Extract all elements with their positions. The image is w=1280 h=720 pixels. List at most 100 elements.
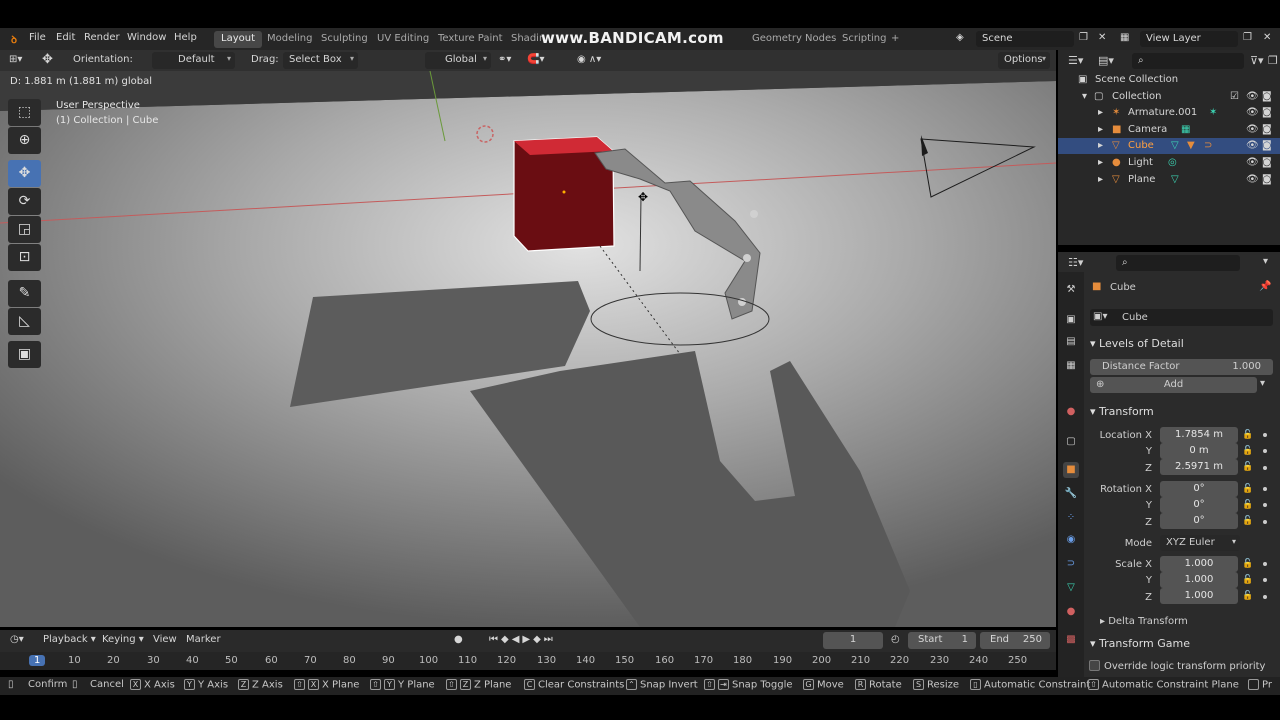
scene-field[interactable]: Scene (976, 31, 1074, 47)
proportional-edit-icon[interactable]: ◉ ∧▾ (577, 54, 601, 65)
new-collection-icon[interactable]: ❐ (1268, 54, 1278, 67)
playback-controls-icon[interactable]: ⏮◆◀▶◆⏭ (489, 634, 556, 645)
transform-tool-icon[interactable]: ⊡ (8, 244, 41, 271)
render-tab-icon[interactable]: ▣ (1063, 312, 1079, 328)
expand-arrow-icon[interactable]: ▸ (1098, 124, 1103, 135)
collapse-arrow-icon[interactable]: ▾ (1082, 91, 1087, 102)
keyframe-dot-icon[interactable] (1263, 562, 1267, 566)
tool-tab-icon[interactable]: ⚒ (1063, 282, 1079, 298)
outliner-item-camera[interactable]: ▸ ■ Camera ▦ 👁 ◙ (1058, 122, 1280, 138)
lock-icon[interactable]: 🔓 (1242, 446, 1253, 456)
properties-editor-icon[interactable]: ☷▾ (1068, 256, 1083, 269)
outliner-collection[interactable]: ▾ ▢ Collection ☑ 👁 ◙ (1058, 89, 1280, 105)
rotation-x-field[interactable]: 0° (1160, 481, 1238, 497)
snap-icon[interactable]: 🧲▾ (527, 54, 544, 65)
checkbox-icon[interactable]: ☑ (1230, 91, 1239, 102)
cursor-tool-icon[interactable]: ⊕ (8, 127, 41, 154)
delete-view-layer-icon[interactable]: ✕ (1263, 32, 1271, 43)
modifier-tab-icon[interactable]: 🔧 (1063, 486, 1079, 502)
transform-game-panel-title[interactable]: ▾ Transform Game (1090, 637, 1190, 650)
keyframe-dot-icon[interactable] (1263, 578, 1267, 582)
lock-icon[interactable]: 🔓 (1242, 591, 1253, 601)
keyframe-dot-icon[interactable] (1263, 466, 1267, 470)
eye-icon[interactable]: 👁 (1246, 124, 1259, 135)
lock-icon[interactable]: 🔓 (1242, 484, 1253, 494)
location-y-field[interactable]: 0 m (1160, 443, 1238, 459)
camera-render-icon[interactable]: ◙ (1262, 140, 1272, 151)
keyframe-dot-icon[interactable] (1263, 487, 1267, 491)
keying-menu[interactable]: Keying ▾ (102, 634, 144, 645)
pin-icon[interactable]: 📌 (1259, 281, 1271, 292)
expand-arrow-icon[interactable]: ▸ (1098, 157, 1103, 168)
start-frame-field[interactable]: Start 1 (908, 632, 976, 649)
end-frame-field[interactable]: End 250 (980, 632, 1050, 649)
scale-z-field[interactable]: 1.000 (1160, 588, 1238, 604)
clock-icon[interactable]: ◴ (891, 634, 900, 645)
eye-icon[interactable]: 👁 (1246, 140, 1259, 151)
rotation-y-field[interactable]: 0° (1160, 497, 1238, 513)
object-browse-icon[interactable]: ▣▾ (1093, 311, 1107, 322)
drag-dropdown[interactable]: Select Box ▾ (283, 52, 358, 69)
physics-tab-icon[interactable]: ◉ (1063, 532, 1079, 548)
keyframe-dot-icon[interactable] (1263, 520, 1267, 524)
tab-layout[interactable]: Layout (214, 31, 262, 48)
display-mode-icon[interactable]: ▤▾ (1098, 54, 1114, 67)
timeline-ruler[interactable]: 1 10 20 30 40 50 60 70 80 90 100 110 120… (0, 652, 1056, 670)
location-z-field[interactable]: 2.5971 m (1160, 459, 1238, 475)
tab-texture-paint[interactable]: Texture Paint (431, 31, 510, 48)
scale-tool-icon[interactable]: ◲ (8, 216, 41, 243)
transform-panel-title[interactable]: ▾ Transform (1090, 405, 1154, 418)
editor-type-icon[interactable]: ⊞▾ (9, 54, 22, 65)
outliner-search-input[interactable]: ⌕ (1132, 53, 1244, 69)
timeline-editor-icon[interactable]: ◷▾ (10, 634, 24, 645)
rotate-tool-icon[interactable]: ⟳ (8, 188, 41, 215)
view-layer-icon[interactable]: ▦ (1120, 32, 1129, 43)
transform-orientation-dropdown[interactable]: Global ▾ (425, 52, 491, 69)
view-layer-tab-icon[interactable]: ▦ (1063, 358, 1079, 374)
current-frame-field[interactable]: 1 (823, 632, 883, 649)
output-tab-icon[interactable]: ▤ (1063, 334, 1079, 350)
new-scene-icon[interactable]: ❐ (1079, 32, 1088, 43)
chevron-down-icon[interactable]: ▾ (1263, 256, 1268, 267)
lock-icon[interactable]: 🔓 (1242, 559, 1253, 569)
filter-icon[interactable]: ⊽▾ (1250, 54, 1264, 67)
measure-tool-icon[interactable]: ◺ (8, 308, 41, 335)
object-name-field[interactable]: ▣▾ Cube (1090, 309, 1273, 326)
delta-transform-panel[interactable]: ▸ Delta Transform (1100, 616, 1188, 627)
select-box-tool-icon[interactable]: ⬚ (8, 99, 41, 126)
lock-icon[interactable]: 🔓 (1242, 462, 1253, 472)
menu-file[interactable]: File (29, 32, 46, 43)
playback-menu[interactable]: Playback ▾ (43, 634, 96, 645)
orientation-dropdown[interactable]: Default ▾ (152, 52, 235, 69)
tab-modeling[interactable]: Modeling (260, 31, 320, 48)
world-tab-icon[interactable]: ● (1063, 404, 1079, 420)
menu-help[interactable]: Help (174, 32, 197, 43)
keyframe-dot-icon[interactable] (1263, 503, 1267, 507)
add-cube-tool-icon[interactable]: ▣ (8, 341, 41, 368)
particles-tab-icon[interactable]: ⁘ (1063, 510, 1079, 526)
scale-y-field[interactable]: 1.000 (1160, 572, 1238, 588)
tab-sculpting[interactable]: Sculpting (314, 31, 375, 48)
chevron-down-icon[interactable]: ▾ (1260, 378, 1265, 389)
camera-render-icon[interactable]: ◙ (1262, 91, 1272, 102)
menu-edit[interactable]: Edit (56, 32, 75, 43)
add-lod-button[interactable]: ⊕ Add (1090, 377, 1257, 393)
view-layer-field[interactable]: View Layer (1140, 31, 1238, 47)
outliner-scene-collection[interactable]: ▣ Scene Collection (1058, 72, 1280, 88)
rotation-mode-dropdown[interactable]: XYZ Euler ▾ (1160, 535, 1240, 551)
object-tab-icon[interactable]: ■ (1063, 462, 1079, 478)
move-gizmo-icon[interactable]: ✥ (42, 52, 53, 67)
eye-icon[interactable]: 👁 (1246, 107, 1259, 118)
record-icon[interactable]: ● (454, 634, 463, 645)
options-dropdown[interactable]: Options ▾ (998, 52, 1050, 69)
collection-tab-icon[interactable]: ▢ (1063, 434, 1079, 450)
lock-icon[interactable]: 🔓 (1242, 500, 1253, 510)
eye-icon[interactable]: 👁 (1246, 91, 1259, 102)
outliner-item-light[interactable]: ▸ ● Light ◎ 👁 ◙ (1058, 155, 1280, 171)
data-tab-icon[interactable]: ▽ (1063, 580, 1079, 596)
eye-icon[interactable]: 👁 (1246, 174, 1259, 185)
scale-x-field[interactable]: 1.000 (1160, 556, 1238, 572)
expand-arrow-icon[interactable]: ▸ (1098, 174, 1103, 185)
rotation-z-field[interactable]: 0° (1160, 513, 1238, 529)
timeline-tick-current[interactable]: 1 (29, 655, 46, 666)
